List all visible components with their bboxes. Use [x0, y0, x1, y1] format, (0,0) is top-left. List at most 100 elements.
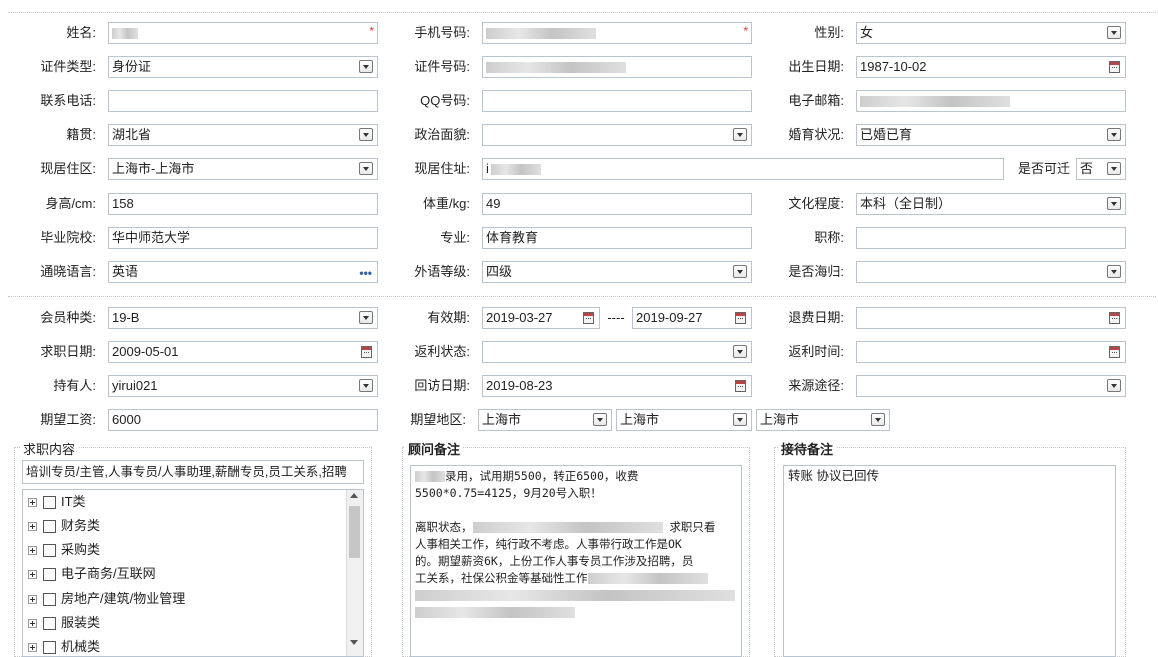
checkbox[interactable]	[43, 617, 56, 631]
job-summary-input[interactable]: 培训专员/主管,人事专员/人事助理,薪酬专员,员工关系,招聘	[22, 460, 364, 484]
chevron-down-icon[interactable]	[1107, 197, 1121, 210]
tree-item-label: 电子商务/互联网	[61, 566, 156, 581]
region-city-select[interactable]: 上海市	[616, 409, 752, 431]
native-place-select[interactable]: 湖北省	[108, 124, 378, 146]
calendar-icon[interactable]	[1109, 346, 1120, 358]
gender-select[interactable]: 女	[856, 22, 1126, 44]
phone-input[interactable]	[482, 22, 752, 44]
tel-input[interactable]	[108, 90, 378, 112]
top-divider	[8, 12, 1156, 13]
expand-icon[interactable]	[28, 619, 37, 629]
holder-select[interactable]: yirui021	[108, 375, 378, 397]
reception-panel-title: 接待备注	[778, 439, 837, 458]
rebate-time-input[interactable]	[856, 341, 1126, 363]
refund-date-input[interactable]	[856, 307, 1126, 329]
advisor-notes-textarea[interactable]: 录用，试用期5500，转正6500，收费 5500*0.75=4125，9月20…	[410, 465, 742, 657]
source-select[interactable]	[856, 375, 1126, 397]
checkbox[interactable]	[43, 568, 56, 582]
lang-level-select[interactable]: 四级	[482, 261, 752, 283]
language-input[interactable]: 英语 •••	[108, 261, 378, 283]
chevron-down-icon[interactable]	[733, 265, 747, 278]
member-type-select[interactable]: 19-B	[108, 307, 378, 329]
birth-date-input[interactable]: 1987-10-02	[856, 56, 1126, 78]
rebate-status-select[interactable]	[482, 341, 752, 363]
weight-label: 体重/kg:	[423, 196, 470, 211]
tree-item-finance[interactable]: 财务类	[28, 516, 100, 536]
name-input[interactable]	[108, 22, 378, 44]
calendar-icon[interactable]	[1109, 312, 1120, 324]
chevron-down-icon[interactable]	[1107, 26, 1121, 39]
region-district-select[interactable]: 上海市	[756, 409, 890, 431]
chevron-down-icon[interactable]	[359, 311, 373, 324]
calendar-icon[interactable]	[735, 312, 746, 324]
calendar-icon[interactable]	[1109, 61, 1120, 73]
chevron-down-icon[interactable]	[359, 128, 373, 141]
scroll-down-icon[interactable]	[350, 640, 358, 645]
relocatable-select[interactable]: 否	[1076, 158, 1126, 180]
major-input[interactable]: 体育教育	[482, 227, 752, 249]
expand-icon[interactable]	[28, 595, 37, 605]
apply-date-input[interactable]: 2009-05-01	[108, 341, 378, 363]
expand-icon[interactable]	[28, 522, 37, 532]
region-city-value: 上海市	[620, 412, 660, 427]
scroll-thumb[interactable]	[349, 506, 360, 558]
chevron-down-icon[interactable]	[733, 345, 747, 358]
chevron-down-icon[interactable]	[593, 413, 607, 426]
tree-scrollbar[interactable]	[346, 490, 363, 656]
reception-notes-textarea[interactable]: 转账 协议已回传	[783, 465, 1116, 657]
email-input[interactable]	[856, 90, 1126, 112]
expand-icon[interactable]	[28, 546, 37, 556]
residence-area-select[interactable]: 上海市-上海市	[108, 158, 378, 180]
chevron-down-icon[interactable]	[871, 413, 885, 426]
chevron-down-icon[interactable]	[1107, 162, 1121, 175]
valid-start-input[interactable]: 2019-03-27	[482, 307, 600, 329]
checkbox[interactable]	[43, 641, 56, 655]
calendar-icon[interactable]	[361, 346, 372, 358]
chevron-down-icon[interactable]	[1107, 379, 1121, 392]
title-input[interactable]	[856, 227, 1126, 249]
expand-icon[interactable]	[28, 643, 37, 653]
residence-addr-value: i	[486, 161, 489, 176]
tree-item-it[interactable]: IT类	[28, 492, 86, 512]
marital-select[interactable]: 已婚已育	[856, 124, 1126, 146]
visit-date-input[interactable]: 2019-08-23	[482, 375, 752, 397]
weight-input[interactable]: 49	[482, 193, 752, 215]
id-number-input[interactable]	[482, 56, 752, 78]
height-input[interactable]: 158	[108, 193, 378, 215]
salary-input[interactable]: 6000	[108, 409, 378, 431]
valid-end-input[interactable]: 2019-09-27	[632, 307, 752, 329]
scroll-up-icon[interactable]	[350, 493, 358, 498]
calendar-icon[interactable]	[735, 380, 746, 392]
tree-item-ecommerce[interactable]: 电子商务/互联网	[28, 564, 156, 584]
residence-addr-input[interactable]: i	[482, 158, 1004, 180]
job-category-tree[interactable]: IT类 财务类 采购类 电子商务/互联网 房地产/建筑/物业管理 服装类 机械类	[22, 489, 364, 657]
expand-icon[interactable]	[28, 570, 37, 580]
tree-item-apparel[interactable]: 服装类	[28, 613, 100, 633]
tree-item-machinery[interactable]: 机械类	[28, 637, 100, 656]
chevron-down-icon[interactable]	[733, 413, 747, 426]
education-select[interactable]: 本科（全日制）	[856, 193, 1126, 215]
chevron-down-icon[interactable]	[359, 379, 373, 392]
chevron-down-icon[interactable]	[1107, 128, 1121, 141]
overseas-select[interactable]	[856, 261, 1126, 283]
id-type-value: 身份证	[112, 59, 152, 74]
id-type-select[interactable]: 身份证	[108, 56, 378, 78]
chevron-down-icon[interactable]	[359, 60, 373, 73]
region-province-select[interactable]: 上海市	[478, 409, 612, 431]
calendar-icon[interactable]	[583, 312, 594, 324]
qq-input[interactable]	[482, 90, 752, 112]
chevron-down-icon[interactable]	[733, 128, 747, 141]
tree-item-purchasing[interactable]: 采购类	[28, 540, 100, 560]
checkbox[interactable]	[43, 593, 56, 607]
checkbox[interactable]	[43, 496, 56, 510]
expand-icon[interactable]	[28, 498, 37, 508]
weight-value: 49	[486, 196, 501, 211]
tree-item-realestate[interactable]: 房地产/建筑/物业管理	[28, 589, 185, 609]
school-input[interactable]: 华中师范大学	[108, 227, 378, 249]
political-select[interactable]	[482, 124, 752, 146]
checkbox[interactable]	[43, 520, 56, 534]
chevron-down-icon[interactable]	[359, 162, 373, 175]
more-icon[interactable]: •••	[359, 263, 372, 282]
checkbox[interactable]	[43, 544, 56, 558]
chevron-down-icon[interactable]	[1107, 265, 1121, 278]
